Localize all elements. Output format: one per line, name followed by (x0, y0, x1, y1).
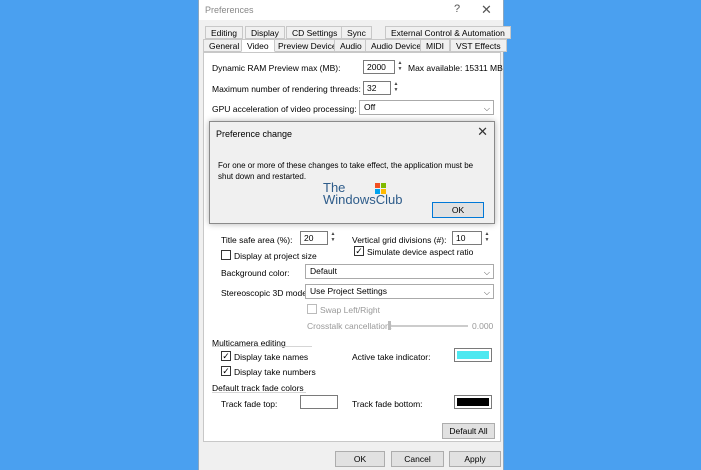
dialog-message: For one or more of these changes to take… (218, 161, 474, 181)
dialog-title: Preference change (216, 129, 293, 139)
fade-bottom-color-fill (457, 398, 489, 406)
tab-sync[interactable]: Sync (341, 26, 372, 39)
fade-top-color-swatch[interactable] (300, 395, 338, 409)
tab-preview-device[interactable]: Preview Device (272, 39, 343, 52)
bg-color-label: Background color: (221, 268, 290, 278)
display-project-size-checkbox[interactable] (221, 250, 231, 260)
fade-bottom-label: Track fade bottom: (352, 399, 423, 409)
crosstalk-slider[interactable] (388, 325, 468, 327)
help-icon[interactable]: ? (454, 3, 460, 15)
tab-external-control[interactable]: External Control & Automation (385, 26, 511, 39)
bg-color-value: Default (310, 266, 337, 276)
title-safe-spinner[interactable]: ▲ ▼ (329, 231, 337, 245)
display-take-names-label: Display take names (234, 352, 309, 362)
multicam-divider (212, 346, 312, 347)
swap-lr-checkbox[interactable] (307, 304, 317, 314)
title-safe-input[interactable]: 20 (300, 231, 328, 245)
vgrid-input[interactable]: 10 (452, 231, 482, 245)
default-all-button[interactable]: Default All (442, 423, 495, 439)
tab-cd-settings[interactable]: CD Settings (286, 26, 344, 39)
display-project-size-label: Display at project size (234, 251, 317, 261)
watermark-line2: WindowsClub (323, 192, 403, 207)
vgrid-label: Vertical grid divisions (#): (352, 235, 447, 245)
crosstalk-value: 0.000 (472, 321, 494, 331)
tab-general[interactable]: General (203, 39, 246, 52)
active-take-color-swatch[interactable] (454, 348, 492, 362)
ram-preview-input[interactable]: 2000 (363, 60, 395, 74)
tab-display[interactable]: Display (245, 26, 285, 39)
tab-audio-device[interactable]: Audio Device (365, 39, 428, 52)
tab-video[interactable]: Video (241, 39, 275, 52)
ram-preview-label: Dynamic RAM Preview max (MB): (212, 63, 341, 73)
active-take-color-fill (457, 351, 489, 359)
tab-vst-effects[interactable]: VST Effects (450, 39, 507, 52)
watermark-logo: The WindowsClub (323, 181, 403, 207)
ok-button[interactable]: OK (335, 451, 385, 467)
fades-divider (212, 392, 306, 393)
gpu-select[interactable]: Off ⌵ (359, 100, 494, 115)
active-take-indicator-label: Active take indicator: (352, 352, 431, 362)
threads-label: Maximum number of rendering threads: (212, 84, 361, 94)
chevron-down-icon: ⌵ (483, 268, 490, 277)
chevron-down-icon: ⌵ (483, 104, 490, 113)
crosstalk-label: Crosstalk cancellation: (307, 321, 393, 331)
crosstalk-slider-thumb[interactable] (388, 321, 391, 330)
windows-logo-icon (375, 183, 387, 194)
cancel-button[interactable]: Cancel (391, 451, 444, 467)
close-icon[interactable]: ✕ (481, 2, 492, 18)
ram-preview-spinner[interactable]: ▲ ▼ (396, 60, 404, 74)
window-title: Preferences (205, 5, 254, 15)
tab-audio[interactable]: Audio (334, 39, 368, 52)
tab-midi[interactable]: MIDI (420, 39, 450, 52)
fade-top-label: Track fade top: (221, 399, 278, 409)
preference-change-dialog: Preference change ✕ For one or more of t… (209, 121, 495, 224)
video-tab-panel: Dynamic RAM Preview max (MB): 2000 ▲ ▼ Ma… (203, 52, 503, 442)
stereo-label: Stereoscopic 3D mode: (221, 288, 310, 298)
swap-lr-label: Swap Left/Right (320, 305, 381, 315)
gpu-select-value: Off (364, 102, 376, 112)
stereo-value: Use Project Settings (310, 286, 388, 296)
bg-color-select[interactable]: Default ⌵ (305, 264, 494, 279)
threads-input[interactable]: 32 (363, 81, 391, 95)
display-take-numbers-label: Display take numbers (234, 367, 316, 377)
vgrid-spinner[interactable]: ▲ ▼ (483, 231, 491, 245)
display-take-names-checkbox[interactable]: ✓ (221, 351, 231, 361)
stereo-select[interactable]: Use Project Settings ⌵ (305, 284, 494, 299)
fade-top-color-fill (303, 398, 335, 406)
apply-button[interactable]: Apply (449, 451, 501, 467)
simulate-aspect-label: Simulate device aspect ratio (367, 247, 474, 257)
tab-editing[interactable]: Editing (205, 26, 243, 39)
chevron-down-icon: ⌵ (483, 288, 490, 297)
simulate-aspect-checkbox[interactable]: ✓ (354, 246, 364, 256)
fade-bottom-color-swatch[interactable] (454, 395, 492, 409)
title-bar: Preferences ? ✕ (199, 0, 503, 20)
dialog-ok-button[interactable]: OK (432, 202, 484, 218)
ram-max-available: Max available: 15311 MB (408, 63, 503, 73)
preferences-window: Preferences ? ✕ Editing Display CD Setti… (198, 0, 511, 470)
display-take-numbers-checkbox[interactable]: ✓ (221, 366, 231, 376)
threads-spinner[interactable]: ▲ ▼ (392, 81, 400, 95)
gpu-label: GPU acceleration of video processing: (212, 104, 357, 114)
title-safe-label: Title safe area (%): (221, 235, 293, 245)
dialog-close-icon[interactable]: ✕ (477, 124, 488, 140)
